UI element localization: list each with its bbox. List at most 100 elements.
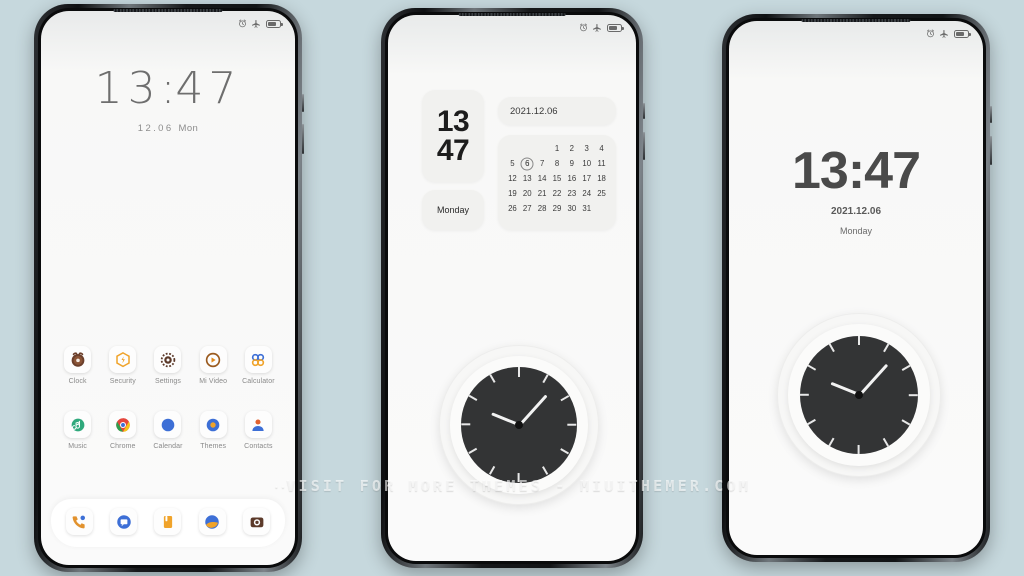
volume-up-button[interactable]	[302, 124, 304, 154]
app-security[interactable]: Security	[100, 346, 145, 385]
power-button[interactable]	[302, 94, 304, 112]
calendar-day-today[interactable]: 6	[520, 159, 535, 169]
app-label: Security	[109, 378, 136, 385]
calendar-widget[interactable]: 1 2 3 4 5 6 7 8 9 10 11 12 13 14 15 16 17 18 19 20 21 22 23 24 2…	[498, 135, 616, 230]
volume-up-button[interactable]	[643, 132, 645, 160]
calendar-day[interactable]: 14	[535, 174, 550, 184]
calendar-day[interactable]: 8	[550, 159, 565, 169]
phone-dialer-icon[interactable]	[65, 508, 93, 535]
messages-icon[interactable]	[110, 508, 138, 535]
calendar-day[interactable]: 20	[520, 189, 535, 199]
calendar-day[interactable]: 16	[564, 174, 579, 184]
clock-tick	[489, 374, 496, 384]
calendar-blank	[520, 144, 535, 154]
clock-tick	[807, 419, 817, 426]
app-music[interactable]: Music	[55, 411, 100, 450]
app-calendar[interactable]: Calendar	[145, 411, 190, 450]
phone-bezel: 13 47 Monday 2021.12.06 1 2 3 4 5 6 7 8 9 10 11 12 1…	[385, 12, 639, 564]
calendar-blank	[505, 144, 520, 154]
browser-icon[interactable]	[198, 508, 226, 535]
app-calculator[interactable]: Calculator	[236, 346, 281, 385]
settings-app-icon	[154, 346, 182, 373]
camera-icon[interactable]	[243, 508, 271, 535]
app-chrome[interactable]: Chrome	[100, 411, 145, 450]
calendar-day[interactable]: 22	[550, 189, 565, 199]
app-settings[interactable]: Settings	[145, 346, 190, 385]
power-button[interactable]	[990, 106, 992, 123]
calendar-day[interactable]: 13	[520, 174, 535, 184]
calendar-day[interactable]: 31	[579, 204, 594, 214]
clock-tick	[542, 466, 549, 476]
calendar-day[interactable]: 9	[564, 159, 579, 169]
calendar-day[interactable]: 27	[520, 204, 535, 214]
lockscreen-time: 13:47	[41, 63, 295, 114]
volume-up-button[interactable]	[990, 136, 992, 165]
phone-bezel: 13:47 2021.12.06 Monday	[726, 18, 986, 558]
clock-tick	[489, 466, 496, 476]
calendar-day[interactable]: 30	[564, 204, 579, 214]
calendar-day[interactable]: 12	[505, 174, 520, 184]
clock-widget[interactable]: 13 47	[422, 90, 484, 182]
calendar-day[interactable]: 11	[594, 159, 609, 169]
app-label: Calendar	[153, 443, 183, 450]
clock-tick	[800, 394, 810, 396]
calendar-day[interactable]: 26	[505, 204, 520, 214]
clock-tick	[468, 395, 478, 402]
app-label: Mi Video	[199, 378, 228, 385]
calendar-day[interactable]: 10	[579, 159, 594, 169]
calendar-day[interactable]: 18	[594, 174, 609, 184]
analog-clock-widget[interactable]	[439, 345, 599, 505]
calendar-day[interactable]: 29	[550, 204, 565, 214]
calendar-grid: 1 2 3 4 5 6 7 8 9 10 11 12 13 14 15 16 17 18 19 20 21 22 23 24 2…	[505, 144, 609, 214]
lockscreen-minutes: 47	[175, 63, 242, 114]
calendar-day[interactable]: 19	[505, 189, 520, 199]
clock-tick	[901, 419, 911, 426]
calendar-day[interactable]: 21	[535, 189, 550, 199]
clock-tick	[560, 395, 570, 402]
calendar-day[interactable]: 23	[564, 189, 579, 199]
calendar-day[interactable]: 17	[579, 174, 594, 184]
calendar-day[interactable]: 3	[579, 144, 594, 154]
app-contacts[interactable]: Contacts	[236, 411, 281, 450]
clock-center-pin	[855, 391, 863, 399]
lockscreen-date-row: 12.06 Mon	[41, 123, 295, 134]
calendar-day[interactable]: 24	[579, 189, 594, 199]
calendar-day[interactable]: 4	[594, 144, 609, 154]
alarm-icon	[238, 19, 247, 28]
app-label: Settings	[154, 378, 182, 385]
app-clock[interactable]: Clock	[55, 346, 100, 385]
airplane-mode-icon	[940, 29, 948, 38]
mi-video-app-icon	[199, 346, 227, 373]
phone1-screen: 13:47 12.06 Mon Clock Security Settings …	[41, 11, 295, 565]
phone-mockup-widgets: 13 47 Monday 2021.12.06 1 2 3 4 5 6 7 8 9 10 11 12 1…	[381, 8, 645, 568]
clock-face	[799, 335, 919, 455]
clock-tick	[858, 444, 860, 454]
chrome-app-icon	[109, 411, 137, 438]
day-widget[interactable]: Monday	[422, 190, 484, 230]
clock-face	[461, 367, 577, 483]
calendar-day[interactable]: 28	[535, 204, 550, 214]
clock-tick	[542, 374, 549, 384]
calendar-day[interactable]: 2	[564, 144, 579, 154]
calendar-day[interactable]: 25	[594, 189, 609, 199]
security-app-icon	[109, 346, 137, 373]
calendar-day[interactable]: 1	[550, 144, 565, 154]
calendar-day[interactable]: 15	[550, 174, 565, 184]
phone2-screen: 13 47 Monday 2021.12.06 1 2 3 4 5 6 7 8 9 10 11 12 1…	[388, 15, 636, 561]
calendar-app-icon	[154, 411, 182, 438]
app-themes[interactable]: Themes	[191, 411, 236, 450]
date-widget[interactable]: 2021.12.06	[498, 97, 616, 125]
earpiece-speaker	[458, 13, 566, 16]
big-digital-clock: 13:47	[792, 142, 921, 200]
calendar-day[interactable]: 5	[505, 159, 520, 169]
big-clock-date: 2021.12.06	[830, 206, 882, 217]
phone-mockup-lockscreen: 13:47 12.06 Mon Clock Security Settings …	[34, 4, 304, 572]
clock-tick	[567, 424, 577, 426]
airplane-mode-icon	[593, 23, 601, 32]
power-button[interactable]	[643, 103, 645, 119]
calendar-day[interactable]: 7	[535, 159, 550, 169]
app-label: Contacts	[244, 443, 273, 450]
app-mi-video[interactable]: Mi Video	[191, 346, 236, 385]
notes-icon[interactable]	[154, 508, 182, 535]
analog-clock-widget[interactable]	[777, 313, 941, 477]
